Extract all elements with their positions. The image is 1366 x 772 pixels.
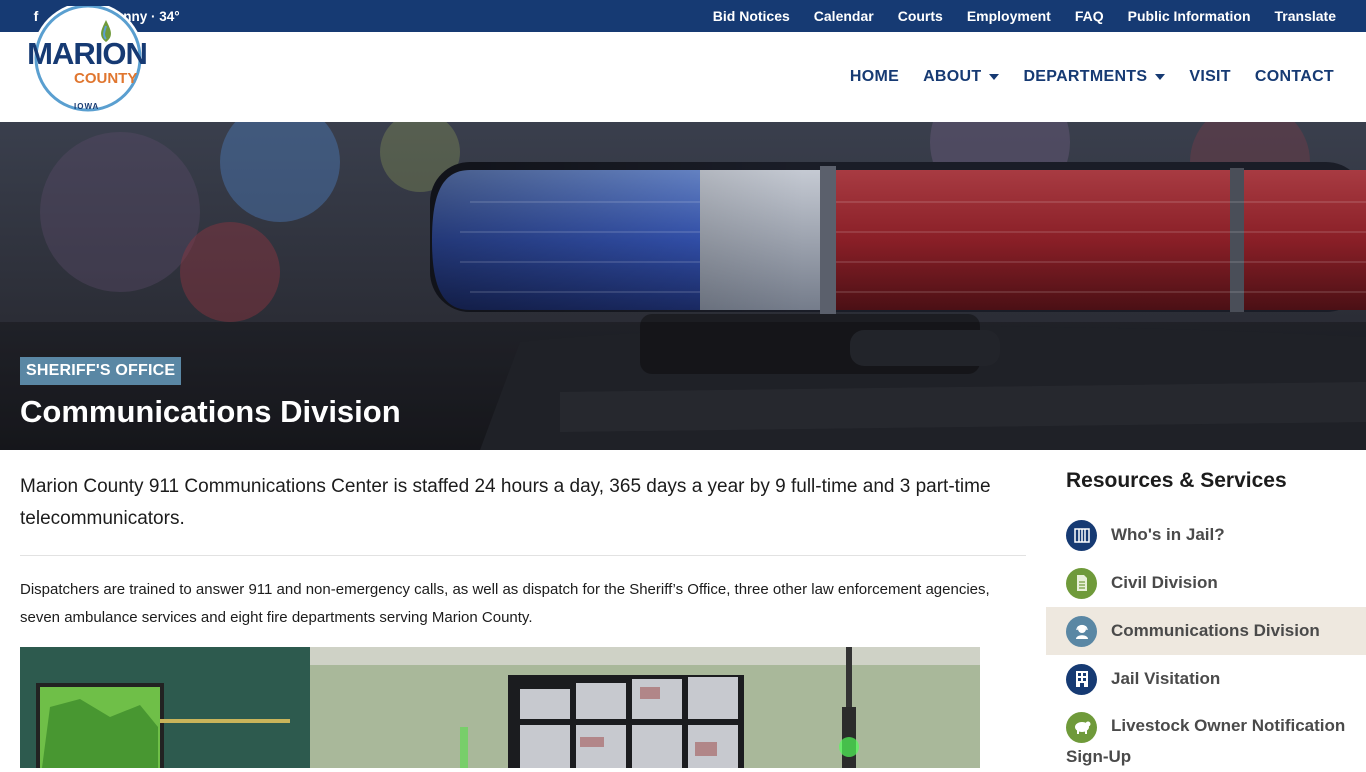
link-bid-notices[interactable]: Bid Notices <box>713 8 790 24</box>
intro-paragraph: Marion County 911 Communications Center … <box>20 476 991 529</box>
caret-down-icon <box>1155 74 1166 80</box>
logo-wordmark-marion: MARION <box>27 36 148 71</box>
divider <box>20 555 1026 556</box>
sidebar-item-civil-division[interactable]: Civil Division <box>1046 559 1366 607</box>
page-title: Communications Division <box>20 394 401 429</box>
nav-departments[interactable]: DEPARTMENTS <box>1023 68 1166 86</box>
link-employment[interactable]: Employment <box>967 8 1051 24</box>
nav-home-label: HOME <box>849 68 900 85</box>
link-translate[interactable]: Translate <box>1275 8 1336 24</box>
nav-visit[interactable]: VISIT <box>1189 68 1231 86</box>
nav-contact[interactable]: CONTACT <box>1255 68 1334 86</box>
link-faq[interactable]: FAQ <box>1075 8 1104 24</box>
sidebar-item-whos-in-jail[interactable]: Who's in Jail? <box>1046 511 1366 559</box>
site-header: HOME ABOUT DEPARTMENTS VISIT CONTACT <box>0 32 1366 122</box>
link-courts[interactable]: Courts <box>898 8 943 24</box>
link-public-information[interactable]: Public Information <box>1128 8 1251 24</box>
sidebar-item-label: Livestock Owner Notification Sign-Up <box>1066 716 1346 766</box>
jail-building-icon <box>1066 519 1097 551</box>
sidebar-item-communications-division[interactable]: Communications Division <box>1046 607 1366 655</box>
nav-about[interactable]: ABOUT <box>923 68 1000 86</box>
utility-bar: f Sunny · 34° Bid Notices Calendar Court… <box>0 0 1366 32</box>
building-icon <box>1066 663 1097 695</box>
document-icon <box>1066 567 1097 599</box>
logo-wordmark-iowa: IOWA <box>74 102 100 111</box>
sidebar-item-label: Communications Division <box>1111 621 1320 640</box>
headset-operator-icon <box>1066 615 1097 647</box>
nav-about-label: ABOUT <box>923 68 982 85</box>
logo-wordmark-county: COUNTY <box>74 70 138 87</box>
nav-home[interactable]: HOME <box>850 68 899 86</box>
main-content: Marion County 911 Communications Center … <box>20 450 1026 632</box>
nav-visit-label: VISIT <box>1189 68 1231 85</box>
sidebar-item-label: Jail Visitation <box>1111 669 1221 688</box>
site-logo[interactable]: MARION COUNTY IOWA <box>22 2 152 116</box>
caret-down-icon <box>989 74 1000 80</box>
sidebar-item-livestock-notification[interactable]: Livestock Owner Notification Sign-Up <box>1046 703 1366 766</box>
nav-departments-label: DEPARTMENTS <box>1023 68 1148 85</box>
sidebar-heading: Resources & Services <box>1066 469 1287 492</box>
dispatch-center-photo <box>20 647 980 768</box>
body-paragraph: Dispatchers are trained to answer 911 an… <box>20 581 990 626</box>
resources-list: Who's in Jail? Civil Division Communicat… <box>1046 511 1366 766</box>
nav-contact-label: CONTACT <box>1254 68 1334 85</box>
link-calendar[interactable]: Calendar <box>814 8 874 24</box>
department-tag[interactable]: SHERIFF'S OFFICE <box>20 357 182 385</box>
main-nav: HOME ABOUT DEPARTMENTS VISIT CONTACT <box>850 32 1334 122</box>
sidebar-item-jail-visitation[interactable]: Jail Visitation <box>1046 655 1366 703</box>
sidebar-item-label: Civil Division <box>1111 573 1218 592</box>
hero-banner: SHERIFF'S OFFICE Communications Division <box>0 122 1366 450</box>
sidebar: Resources & Services Who's in Jail? Civi… <box>1046 450 1366 766</box>
sidebar-item-label: Who's in Jail? <box>1111 525 1225 544</box>
